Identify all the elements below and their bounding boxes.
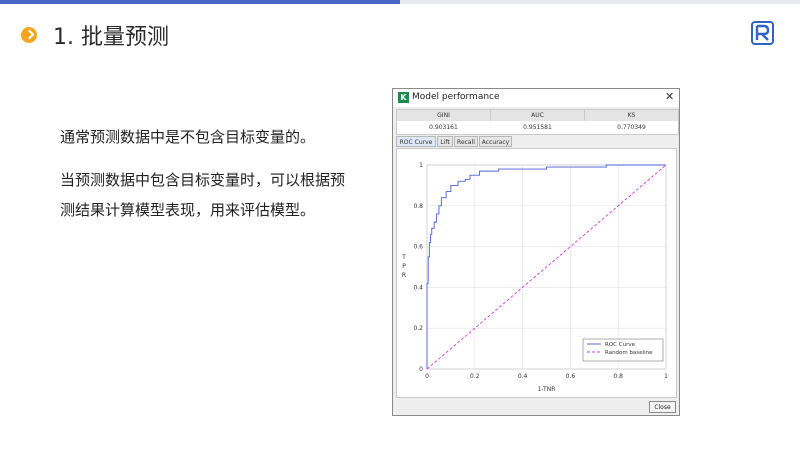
close-icon[interactable]: ✕ [665, 90, 674, 103]
tab-accuracy[interactable]: Accuracy [479, 136, 512, 147]
top-progress-accent [0, 0, 400, 4]
detail-paragraph: 当预测数据中包含目标变量时，可以根据预测结果计算模型表现，用来评估模型。 [60, 171, 346, 219]
metric-value-ks: 0.770349 [617, 124, 646, 131]
k-icon: K [398, 92, 409, 103]
model-performance-dialog: K Model performance ✕ GINI AUC KS 0.9031… [392, 88, 680, 416]
y-tick-label: 1 [419, 162, 423, 169]
y-tick-label: 0.6 [413, 244, 423, 251]
metric-header-auc: AUC [491, 110, 585, 121]
y-axis-label: T [401, 254, 406, 261]
legend-label: ROC Curve [605, 342, 636, 348]
close-button[interactable]: Close [649, 401, 676, 413]
x-axis-label: 1-TNR [538, 386, 556, 393]
metric-value-gini: 0.903161 [429, 124, 458, 131]
legend-label: Random baseline [605, 350, 653, 356]
tab-lift[interactable]: Lift [437, 136, 453, 147]
roc-chart-pane: 0 0 0.2 0.2 0.4 0.4 0.6 0.6 0.8 0.8 1 1 1-TNR T P R ROC … [396, 148, 677, 398]
roc-chart: 00 0.2 0.2 0.4 0.4 0.6 0.6 0.8 0.8 1 1 1-TNR TPR ROC … [401, 162, 668, 393]
y-tick-label: 0 [419, 366, 423, 373]
x-tick-label: 1 [664, 373, 668, 380]
y-axis-label: R [402, 272, 406, 279]
y-tick-label: 0.2 [413, 325, 423, 332]
intro-paragraph: 通常预测数据中是不包含目标变量的。 [60, 128, 316, 146]
x-tick-label: 0.6 [566, 373, 576, 380]
y-tick-label: 0.8 [413, 203, 423, 210]
metric-header-ks: KS [585, 110, 678, 121]
x-tick-label: 0.8 [613, 373, 623, 380]
chevron-right-icon [21, 27, 37, 43]
tab-recall[interactable]: Recall [454, 136, 478, 147]
x-tick-label: 0.2 [470, 373, 480, 380]
x-tick-label: 0.4 [518, 373, 528, 380]
x-tick-label: 0 [425, 373, 429, 380]
dialog-titlebar[interactable]: K Model performance ✕ [393, 89, 679, 107]
tab-roc-curve[interactable]: ROC Curve [396, 136, 436, 147]
y-tick-label: 0.4 [413, 284, 423, 291]
top-progress-bar [0, 0, 800, 4]
page-title: 1. 批量预测 [53, 25, 169, 50]
metrics-table: GINI AUC KS 0.903161 0.951581 0.770349 [396, 109, 679, 135]
brand-logo-icon [751, 21, 774, 45]
metric-header-gini: GINI [397, 110, 491, 121]
dialog-title: Model performance [412, 92, 500, 102]
y-axis-label: P [402, 263, 406, 270]
metric-value-auc: 0.951581 [523, 124, 552, 131]
